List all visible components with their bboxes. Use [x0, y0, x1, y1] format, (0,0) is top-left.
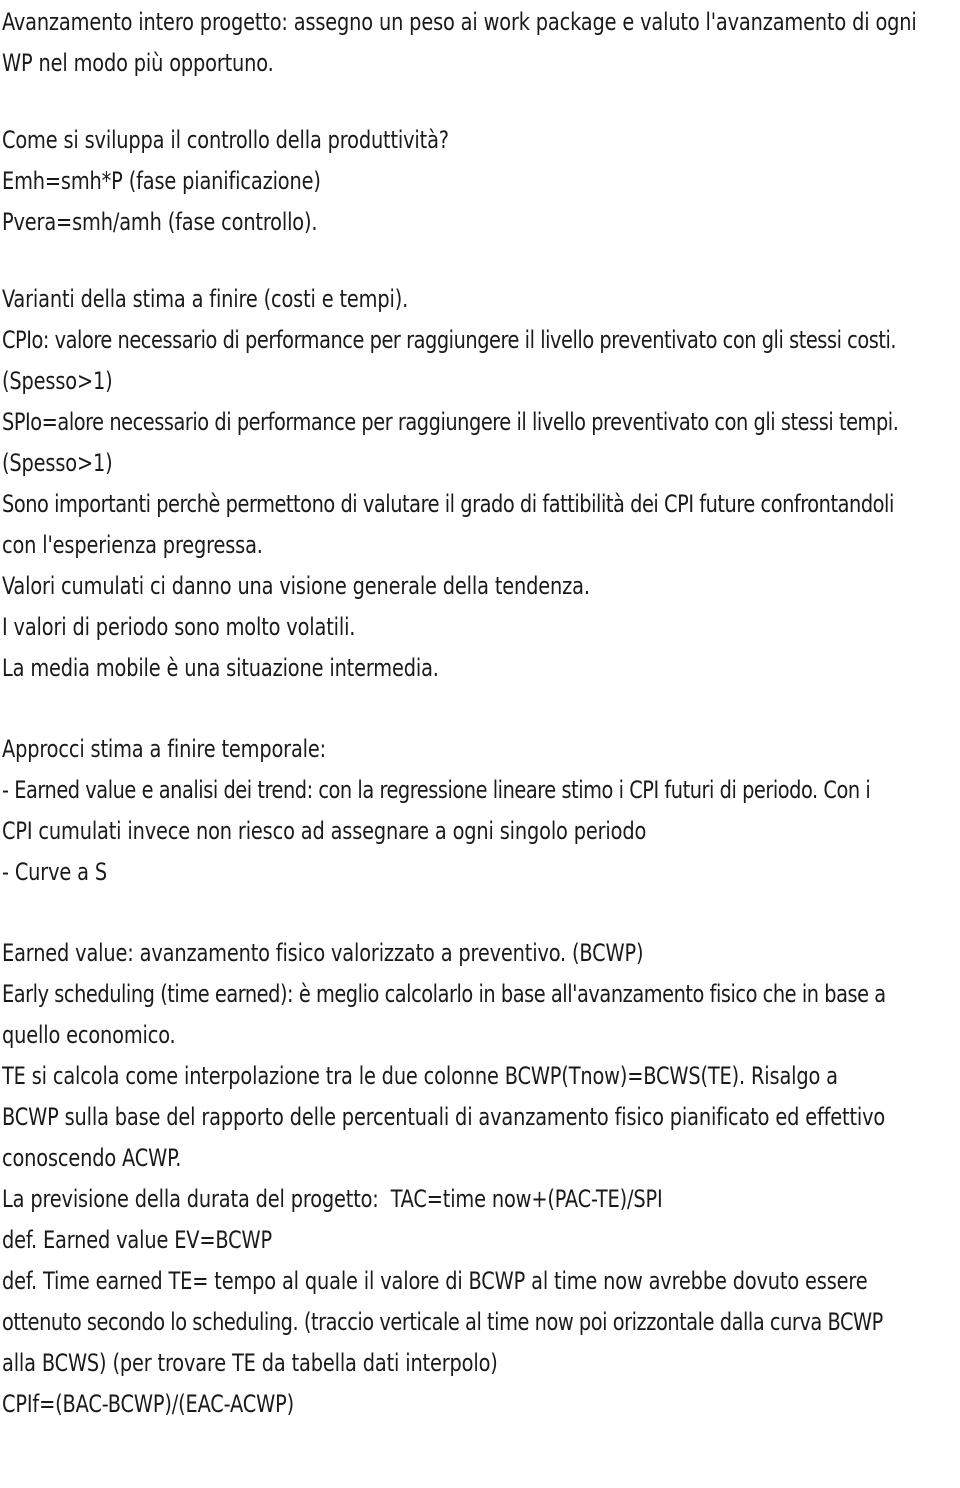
- text-line: Pvera=smh/amh (fase controllo).: [2, 208, 318, 237]
- text-line: def. Earned value EV=BCWP: [2, 1226, 273, 1255]
- text-line: ottenuto secondo lo scheduling. (traccio…: [2, 1308, 883, 1337]
- text-line: Valori cumulati ci danno una visione gen…: [2, 572, 590, 601]
- text-line: Sono importanti perchè permettono di val…: [2, 490, 894, 519]
- text-line: La previsione della durata del progetto:…: [2, 1185, 663, 1214]
- text-line: CPIf=(BAC-BCWP)/(EAC-ACWP): [2, 1390, 294, 1419]
- text-line: Approcci stima a finire temporale:: [2, 735, 327, 764]
- text-line: (Spesso>1): [2, 367, 113, 396]
- text-line: I valori di periodo sono molto volatili.: [2, 613, 356, 642]
- paragraph-approcci: Approcci stima a finire temporale: - Ear…: [2, 727, 958, 891]
- text-line: def. Time earned TE= tempo al quale il v…: [2, 1267, 868, 1296]
- paragraph-avanzamento: Avanzamento intero progetto: assegno un …: [2, 0, 958, 82]
- text-line: La media mobile è una situazione interme…: [2, 654, 439, 683]
- text-line: SPIo=alore necessario di performance per…: [2, 408, 899, 437]
- document-page: Avanzamento intero progetto: assegno un …: [0, 0, 960, 1488]
- text-line: - Curve a S: [2, 858, 107, 887]
- text-line: Avanzamento intero progetto: assegno un …: [2, 8, 917, 37]
- paragraph-varianti: Varianti della stima a finire (costi e t…: [2, 277, 958, 687]
- paragraph-earned-value: Earned value: avanzamento fisico valoriz…: [2, 931, 958, 1423]
- text-line: Come si sviluppa il controllo della prod…: [2, 126, 449, 155]
- text-line: BCWP sulla base del rapporto delle perce…: [2, 1103, 886, 1132]
- text-line: (Spesso>1): [2, 449, 113, 478]
- text-line: - Earned value e analisi dei trend: con …: [2, 776, 871, 805]
- text-line: Early scheduling (time earned): è meglio…: [2, 980, 886, 1009]
- text-line: TE si calcola come interpolazione tra le…: [2, 1062, 838, 1091]
- text-line: CPIo: valore necessario di performance p…: [2, 326, 897, 355]
- document-body: Avanzamento intero progetto: assegno un …: [2, 0, 958, 1423]
- text-line: WP nel modo più opportuno.: [2, 49, 274, 78]
- text-line: conoscendo ACWP.: [2, 1144, 182, 1173]
- text-line: alla BCWS) (per trovare TE da tabella da…: [2, 1349, 498, 1378]
- text-line: Emh=smh*P (fase pianificazione): [2, 167, 321, 196]
- text-line: con l'esperienza pregressa.: [2, 531, 263, 560]
- text-line: CPI cumulati invece non riesco ad assegn…: [2, 817, 647, 846]
- paragraph-produttivita: Come si sviluppa il controllo della prod…: [2, 118, 958, 241]
- text-line: quello economico.: [2, 1021, 176, 1050]
- text-line: Varianti della stima a finire (costi e t…: [2, 285, 409, 314]
- text-line: Earned value: avanzamento fisico valoriz…: [2, 939, 644, 968]
